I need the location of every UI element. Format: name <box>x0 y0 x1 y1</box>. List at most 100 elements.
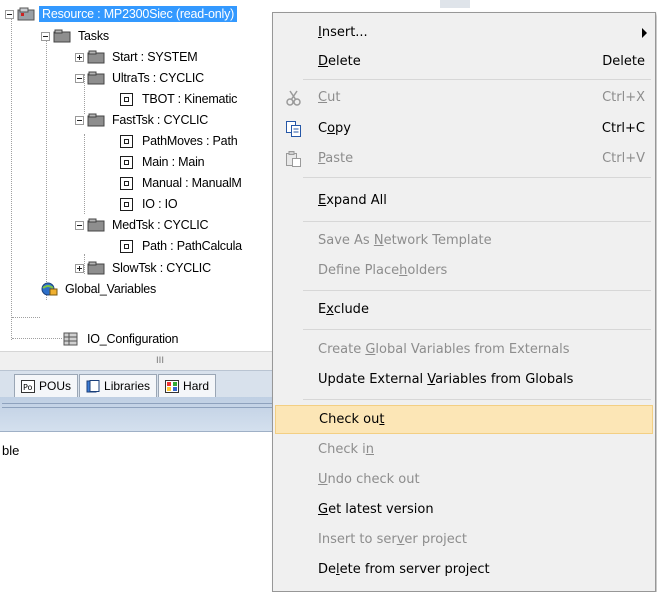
tab-label: Libraries <box>104 379 151 393</box>
menu-item-label: Check in <box>318 442 374 457</box>
menu-item-label: Define Placeholders <box>318 263 448 278</box>
menu-item-label: Exclude <box>318 302 369 317</box>
menu-item-save-as-network-template[interactable]: Save As Network Template <box>275 226 653 255</box>
tab-hardware[interactable]: Hard <box>158 374 217 397</box>
tree-node-tasks[interactable]: Tasks <box>41 26 112 46</box>
tab-label: Hard <box>183 379 210 393</box>
collapse-toggle-icon[interactable] <box>75 220 84 230</box>
pou-instance-icon <box>120 92 133 106</box>
tab-libraries[interactable]: Libraries <box>79 374 158 397</box>
menu-item-insert[interactable]: Insert... <box>275 18 653 47</box>
menu-item-undo-check-out[interactable]: Undo check out <box>275 465 653 494</box>
menu-item-create-global-variables[interactable]: Create Global Variables from Externals <box>275 335 653 364</box>
tree-node-medtsk[interactable]: MedTsk : CYCLIC <box>75 215 211 235</box>
menu-item-update-external-variables[interactable]: Update External Variables from Globals <box>275 365 653 394</box>
paste-icon <box>286 151 301 167</box>
task-folder-icon <box>87 261 105 275</box>
menu-item-paste[interactable]: Paste Ctrl+V <box>275 144 653 173</box>
resource-label: Resource : MP2300Siec (read-only) <box>39 6 238 22</box>
collapse-toggle-icon[interactable] <box>5 9 14 19</box>
tree-connector <box>12 338 62 339</box>
menu-item-label: Update External Variables from Globals <box>318 372 574 387</box>
task-label: FastTsk : CYCLIC <box>112 113 209 127</box>
column-header-strip <box>440 0 470 8</box>
menu-item-get-latest-version[interactable]: Get latest version <box>275 495 653 524</box>
collapse-toggle-icon[interactable] <box>41 31 50 41</box>
menu-item-define-placeholders[interactable]: Define Placeholders <box>275 256 653 285</box>
menu-item-check-out[interactable]: Check out <box>275 405 653 434</box>
collapse-toggle-icon[interactable] <box>75 115 84 125</box>
menu-item-exclude[interactable]: Exclude <box>275 295 653 324</box>
task-label: UltraTs : CYCLIC <box>112 71 204 85</box>
pou-label: Main : Main <box>142 155 205 169</box>
menu-separator <box>303 399 651 400</box>
menu-separator <box>303 290 651 291</box>
resource-icon <box>17 7 35 21</box>
expand-toggle-icon[interactable] <box>75 263 84 273</box>
tab-label: POUs <box>39 379 72 393</box>
expand-toggle-icon[interactable] <box>75 52 84 62</box>
pou-instance-icon <box>120 197 133 211</box>
menu-item-expand-all[interactable]: Expand All <box>275 186 653 215</box>
tasks-folder-icon <box>53 29 71 43</box>
tree-node-resource[interactable]: Resource : MP2300Siec (read-only) <box>5 4 238 24</box>
tree-node-tbot[interactable]: TBOT : Kinematic <box>120 89 240 109</box>
menu-item-label: Get latest version <box>318 502 434 517</box>
pou-label: PathMoves : Path <box>142 134 238 148</box>
pou-instance-icon <box>120 239 133 253</box>
menu-separator <box>303 79 651 80</box>
tree-node-fasttsk[interactable]: FastTsk : CYCLIC <box>75 110 211 130</box>
svg-text:Po: Po <box>23 383 33 392</box>
menu-item-label: Check out <box>319 412 385 427</box>
menu-item-label: Cut <box>318 90 341 105</box>
menu-item-label: Insert... <box>318 25 368 40</box>
menu-item-label: Undo check out <box>318 472 420 487</box>
tree-connector <box>84 134 85 214</box>
tree-node-manual[interactable]: Manual : ManualM <box>120 173 245 193</box>
tree-node-path[interactable]: Path : PathCalcula <box>120 236 245 256</box>
global-variables-label: Global_Variables <box>65 282 157 296</box>
pou-label: Path : PathCalcula <box>142 239 242 253</box>
menu-shortcut: Ctrl+X <box>602 90 645 105</box>
tree-node-slowtsk[interactable]: SlowTsk : CYCLIC <box>75 258 214 278</box>
menu-item-label: Create Global Variables from Externals <box>318 342 570 357</box>
menu-item-label: Paste <box>318 151 354 166</box>
menu-item-delete[interactable]: Delete Delete <box>275 47 653 76</box>
task-label: SlowTsk : CYCLIC <box>112 261 211 275</box>
pou-label: TBOT : Kinematic <box>142 92 238 106</box>
menu-item-label: Insert to server project <box>318 532 468 547</box>
scrollbar-grip-icon[interactable]: III <box>140 356 180 366</box>
task-label: MedTsk : CYCLIC <box>112 218 209 232</box>
menu-separator <box>303 329 651 330</box>
menu-item-insert-to-server-project[interactable]: Insert to server project <box>275 525 653 554</box>
menu-item-check-in[interactable]: Check in <box>275 435 653 464</box>
tree-node-io[interactable]: IO : IO <box>120 194 180 214</box>
menu-item-label: Expand All <box>318 193 387 208</box>
tree-node-global-variables[interactable]: Global_Variables <box>40 279 159 299</box>
tree-connector <box>12 317 40 318</box>
tree-node-pathmoves[interactable]: PathMoves : Path <box>120 131 240 151</box>
context-menu: Insert... Delete Delete Cut Ctrl+X Copy … <box>272 12 656 592</box>
menu-item-copy[interactable]: Copy Ctrl+C <box>275 114 653 143</box>
menu-item-cut[interactable]: Cut Ctrl+X <box>275 83 653 112</box>
tree-node-start[interactable]: Start : SYSTEM <box>75 47 200 67</box>
tree-node-main[interactable]: Main : Main <box>120 152 207 172</box>
global-variables-icon <box>41 282 58 296</box>
collapse-toggle-icon[interactable] <box>75 73 84 83</box>
menu-item-label: Delete <box>318 54 361 69</box>
menu-item-delete-from-server-project[interactable]: Delete from server project <box>275 555 653 584</box>
copy-icon <box>286 121 301 137</box>
task-label: Start : SYSTEM <box>112 50 198 64</box>
pou-label: IO : IO <box>142 197 178 211</box>
task-folder-icon <box>87 113 105 127</box>
tab-pous[interactable]: Po POUs <box>14 374 79 397</box>
pou-label: Manual : ManualM <box>142 176 242 190</box>
tree-node-ultrats[interactable]: UltraTs : CYCLIC <box>75 68 207 88</box>
menu-item-label: Save As Network Template <box>318 233 492 248</box>
task-folder-icon <box>87 218 105 232</box>
tree-node-io-configuration[interactable]: IO_Configuration <box>62 329 181 349</box>
menu-item-label: Copy <box>318 121 351 136</box>
io-configuration-icon <box>63 332 78 346</box>
lower-panel-text: ble <box>2 443 20 458</box>
pou-instance-icon <box>120 134 133 148</box>
